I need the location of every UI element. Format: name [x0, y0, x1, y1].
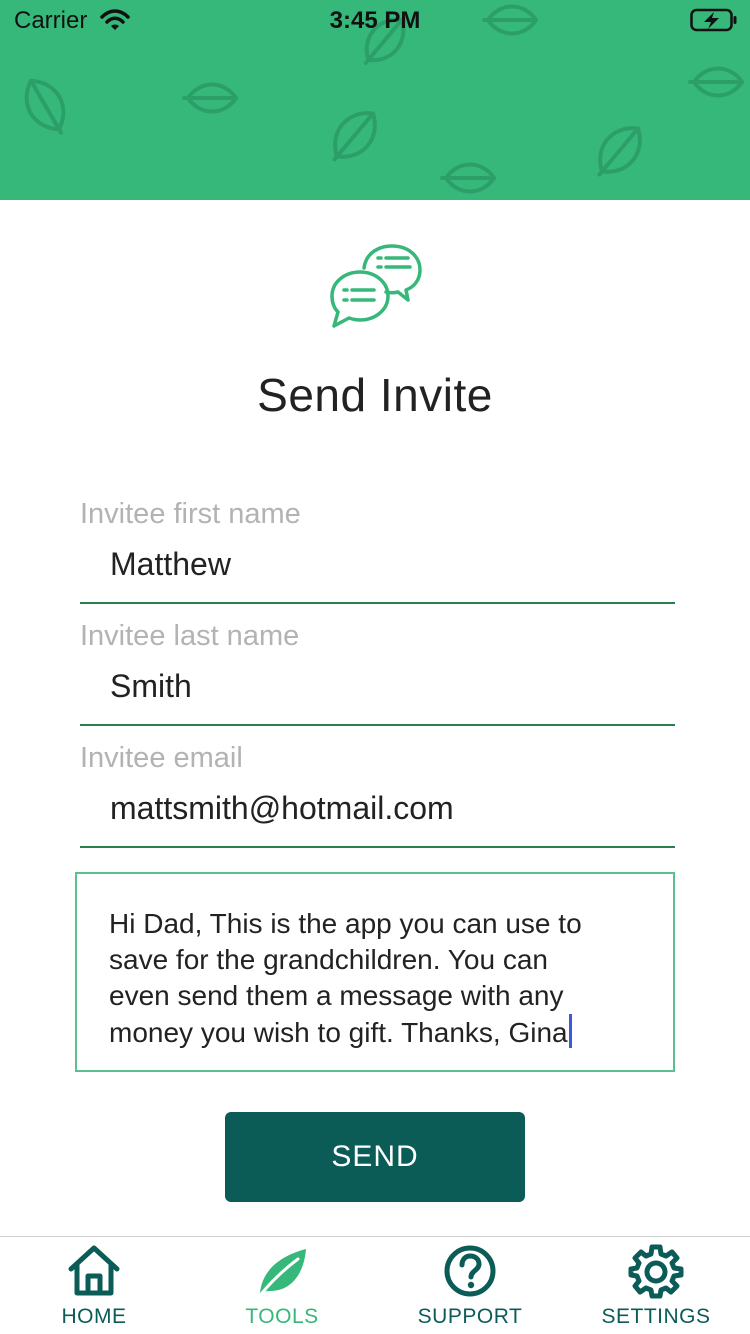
tab-support-label: SUPPORT	[417, 1305, 523, 1328]
home-icon	[68, 1245, 120, 1296]
last-name-field[interactable]: Invitee last name Smith	[80, 620, 675, 730]
send-invite-screen: Carrier 3:45 PM Send Invite Invitee firs…	[0, 0, 750, 1334]
leaf-icon	[260, 1249, 306, 1295]
tab-home[interactable]: HOME	[0, 1237, 188, 1334]
status-time: 3:45 PM	[329, 7, 421, 34]
gear-icon	[628, 1244, 684, 1299]
tab-support[interactable]: SUPPORT	[376, 1237, 564, 1334]
send-button[interactable]: SEND	[225, 1112, 525, 1202]
first-name-field[interactable]: Invitee first name Matthew	[80, 498, 675, 608]
email-input[interactable]: mattsmith@hotmail.com	[110, 790, 454, 827]
message-line: save for the grandchildren. You can	[109, 944, 548, 975]
status-bar: Carrier 3:45 PM	[0, 0, 750, 40]
tab-home-label: HOME	[61, 1305, 127, 1328]
last-name-label: Invitee last name	[80, 620, 300, 652]
tab-bar: HOME TOOLS SUPPORT SETTINGS	[0, 1236, 750, 1334]
tab-tools-label: TOOLS	[245, 1305, 319, 1328]
text-cursor	[568, 1014, 572, 1048]
tab-tools[interactable]: TOOLS	[188, 1237, 376, 1334]
tab-settings[interactable]: SETTINGS	[562, 1237, 750, 1334]
message-last-line: money you wish to gift. Thanks, Gina	[109, 1014, 643, 1051]
last-name-underline	[80, 724, 675, 726]
battery-charging-icon	[690, 8, 737, 32]
email-label: Invitee email	[80, 742, 243, 774]
page-title: Send Invite	[257, 369, 493, 421]
message-line: even send them a message with any	[109, 980, 564, 1011]
header-banner: Carrier 3:45 PM	[0, 0, 750, 200]
last-name-input[interactable]: Smith	[110, 668, 192, 705]
question-icon	[444, 1245, 496, 1297]
first-name-underline	[80, 602, 675, 604]
email-field[interactable]: Invitee email mattsmith@hotmail.com	[80, 742, 675, 852]
first-name-label: Invitee first name	[80, 498, 301, 530]
chat-bubbles-icon	[330, 244, 422, 328]
message-line: Hi Dad, This is the app you can use to	[109, 908, 582, 939]
first-name-input[interactable]: Matthew	[110, 546, 231, 583]
message-line: money you wish to gift. Thanks, Gina	[109, 1017, 568, 1048]
email-underline	[80, 846, 675, 848]
tab-settings-label: SETTINGS	[601, 1305, 711, 1328]
message-textarea[interactable]: Hi Dad, This is the app you can use to s…	[75, 872, 675, 1072]
